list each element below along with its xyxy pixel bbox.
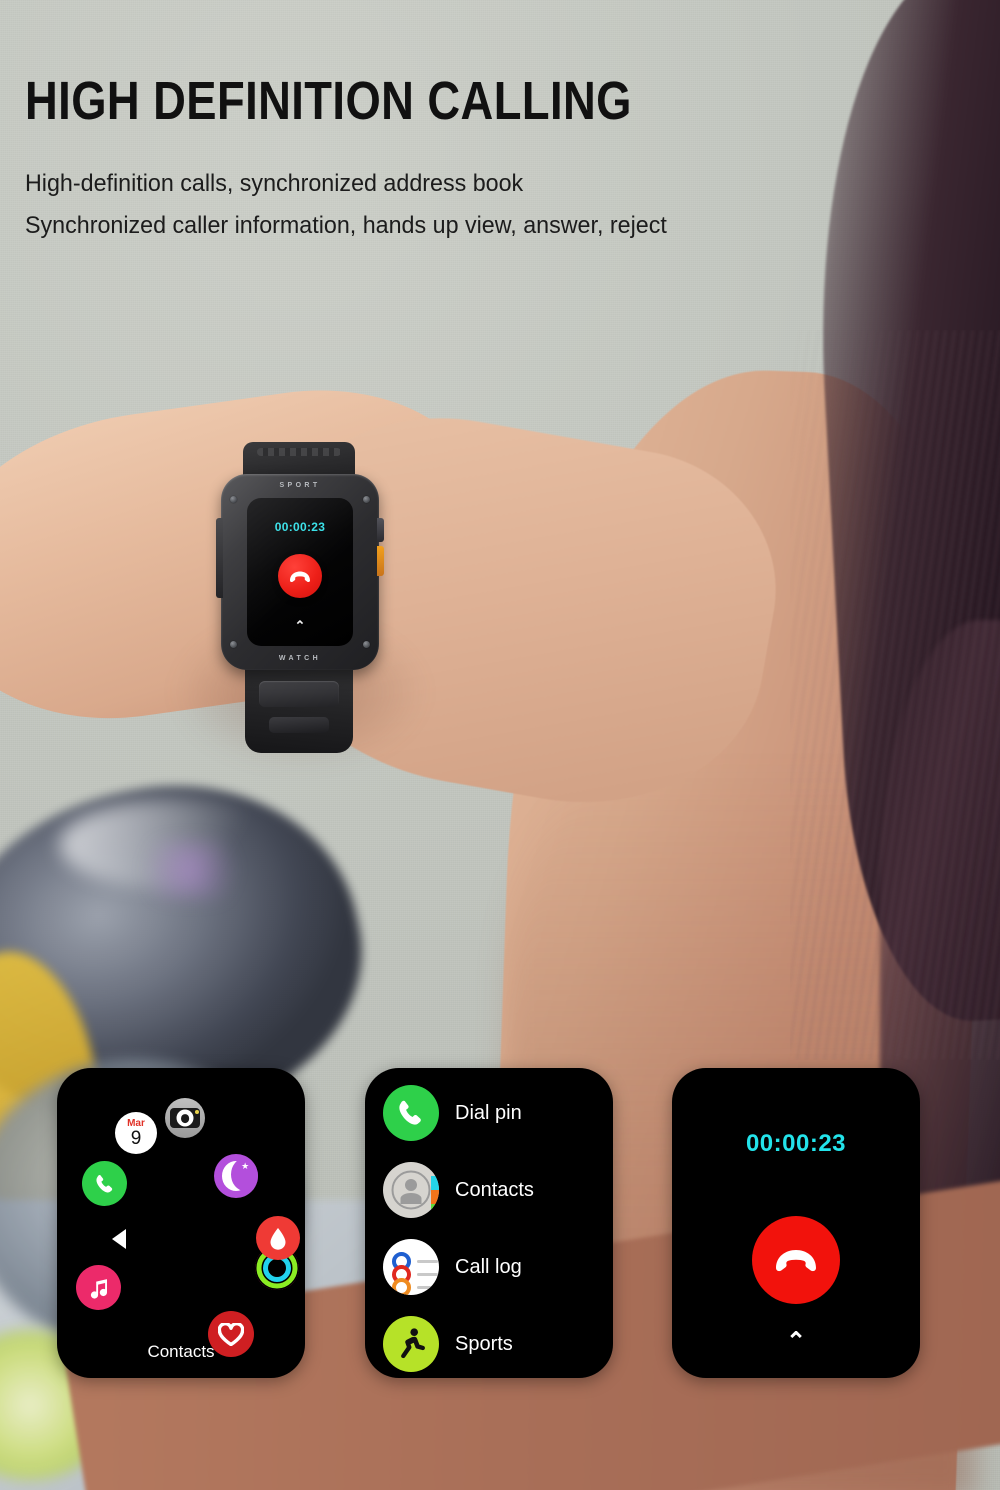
log-line-1	[417, 1260, 438, 1263]
phone-icon[interactable]	[82, 1161, 127, 1206]
watch-strap-bottom	[245, 659, 353, 753]
phone-icon	[383, 1085, 439, 1141]
camera-icon[interactable]	[165, 1098, 205, 1138]
bezel-bottom-label: WATCH	[278, 655, 322, 662]
contacts-body	[400, 1193, 422, 1204]
menu-item-label: Sports	[455, 1332, 513, 1355]
call-menu-list: Dial pin Contacts Call log Sports	[365, 1068, 613, 1378]
subtitle-line-2: Synchronized caller information, hands u…	[25, 212, 667, 239]
menu-item-label: Dial pin	[455, 1101, 522, 1124]
contacts-icon	[383, 1162, 439, 1218]
log-line-2	[417, 1273, 438, 1276]
menu-item-label: Call log	[455, 1255, 522, 1278]
watch-screen: 00:00:23 ⌃	[247, 498, 353, 646]
screen-preview-app-grid: Mar 9 ★ Contacts	[57, 1068, 305, 1378]
blurred-object-purple-glow	[130, 840, 250, 900]
runner-icon	[383, 1316, 439, 1372]
camera-flash	[194, 1110, 199, 1114]
hair-strands	[790, 330, 1000, 1060]
subtitle-line-1: High-definition calls, synchronized addr…	[25, 170, 524, 197]
call-timer: 00:00:23	[745, 1130, 847, 1157]
sleep-moon-icon[interactable]: ★	[214, 1154, 258, 1198]
case-screw-bottom-right	[363, 641, 370, 648]
case-screw-bottom-left	[230, 641, 237, 648]
music-icon[interactable]	[76, 1265, 121, 1310]
watch-case: SPORT WATCH 00:00:23 ⌃	[216, 474, 384, 670]
chevron-up-icon[interactable]: ⌃	[672, 1330, 920, 1354]
smartwatch-on-wrist: SPORT WATCH 00:00:23 ⌃	[205, 442, 395, 753]
app-grid-label: Contacts	[147, 1342, 215, 1361]
case-screw-top-right	[363, 496, 370, 503]
screen-preview-call-menu: Dial pin Contacts Call log Sports	[365, 1068, 613, 1378]
case-screw-top-left	[230, 496, 237, 503]
log-line-3	[417, 1286, 438, 1289]
menu-item-contacts[interactable]: Contacts	[383, 1159, 603, 1221]
camera-lens	[176, 1109, 194, 1127]
screen-preview-in-call: 00:00:23 ⌃	[672, 1068, 920, 1378]
moon-star: ★	[241, 1160, 250, 1171]
stripe-green	[431, 1204, 439, 1218]
menu-item-call-log[interactable]: Call log	[383, 1236, 603, 1298]
calendar-icon[interactable]: Mar 9	[115, 1112, 157, 1154]
stripe-cyan	[431, 1176, 439, 1190]
calendar-month: Mar	[127, 1117, 145, 1129]
menu-item-label: Contacts	[455, 1178, 534, 1201]
log-dot-orange	[392, 1278, 411, 1295]
hangup-button[interactable]	[752, 1216, 840, 1304]
calendar-day: 9	[130, 1127, 142, 1149]
product-marketing-image: HIGH DEFINITION CALLING High-definition …	[0, 0, 1000, 1490]
watch-side-button[interactable]	[377, 518, 384, 542]
stripe-orange	[431, 1190, 439, 1204]
menu-item-sports[interactable]: Sports	[383, 1313, 603, 1375]
call-log-list-icon	[383, 1239, 439, 1295]
menu-item-dial-pin[interactable]: Dial pin	[383, 1082, 603, 1144]
contacts-head	[405, 1179, 417, 1191]
strap-keeper	[259, 681, 339, 707]
log-row-3	[392, 1278, 438, 1295]
stripe-grey	[431, 1162, 439, 1176]
watch-orange-button[interactable]	[377, 546, 384, 576]
page-title: HIGH DEFINITION CALLING	[25, 71, 632, 131]
strap-keeper-2	[269, 717, 329, 733]
contacts-stripes	[431, 1162, 439, 1218]
app-grid: Mar 9 ★ Contacts	[57, 1068, 305, 1378]
bezel-top-label: SPORT	[279, 482, 321, 489]
left-triangle-cursor-icon	[112, 1229, 126, 1249]
blood-drop-icon[interactable]	[256, 1216, 300, 1260]
